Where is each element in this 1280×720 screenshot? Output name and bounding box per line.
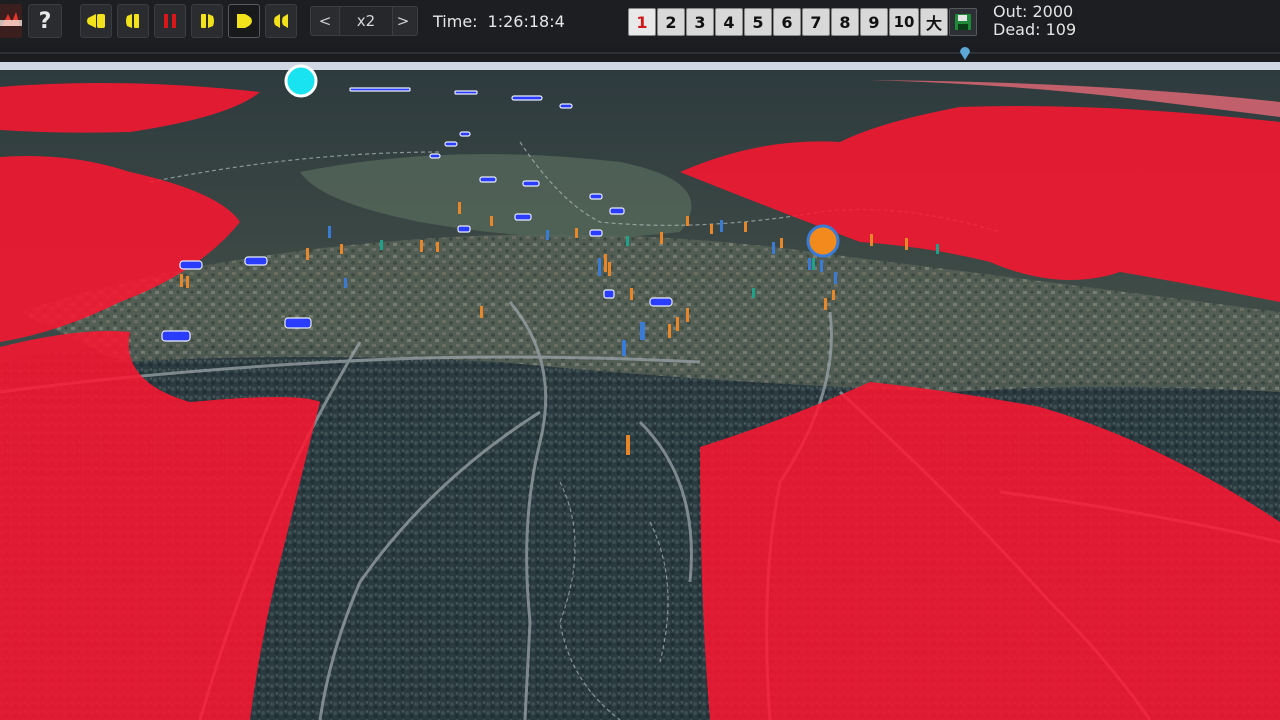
save-button[interactable] (949, 8, 977, 36)
app-logo (0, 4, 22, 38)
vehicle (161, 330, 191, 342)
view-button-4[interactable]: 4 (715, 8, 743, 36)
out-value: 2000 (1032, 2, 1074, 21)
vehicle (522, 180, 540, 187)
pause-icon (164, 14, 176, 28)
vehicle (349, 87, 411, 92)
vehicle (444, 141, 458, 147)
vehicle (244, 256, 268, 266)
dead-value: 109 (1045, 20, 1077, 39)
vehicle (454, 90, 478, 95)
view-button-1[interactable]: 1 (628, 8, 656, 36)
vehicle (511, 95, 543, 101)
dead-count: Dead: 109 (993, 21, 1076, 39)
evacuation-stats: Out: 2000 Dead: 109 (993, 3, 1076, 39)
vehicle (649, 297, 673, 307)
vehicle (589, 193, 603, 200)
rewind-icon (87, 14, 105, 28)
vehicle (559, 103, 573, 109)
vehicle (514, 213, 532, 221)
time-value: 1:26:18:4 (487, 12, 565, 31)
floppy-disk-icon (955, 14, 971, 30)
step-back-button[interactable] (117, 4, 149, 38)
view-button-large[interactable]: 大 (920, 8, 948, 36)
top-toolbar: ? < x2 > Time: 1:26:18:4 1 2 3 4 5 6 7 8… (0, 0, 1280, 45)
vehicle (459, 131, 471, 137)
step-forward-icon (201, 14, 214, 28)
simulation-time: Time: 1:26:18:4 (433, 12, 565, 31)
vehicle (603, 289, 615, 299)
timeline-track (0, 52, 1280, 54)
rewind-button[interactable] (80, 4, 112, 38)
speed-decrease-button[interactable]: < (313, 7, 337, 35)
speed-control: < x2 > (310, 6, 418, 36)
vehicle (284, 317, 312, 329)
vehicle (179, 260, 203, 270)
vehicle (589, 229, 603, 237)
view-button-7[interactable]: 7 (802, 8, 830, 36)
vehicle (457, 225, 471, 233)
timeline-slider[interactable] (0, 44, 1280, 63)
timeline-handle[interactable] (959, 46, 971, 60)
view-button-8[interactable]: 8 (831, 8, 859, 36)
pause-button[interactable] (154, 4, 186, 38)
out-label: Out: (993, 2, 1028, 21)
view-button-3[interactable]: 3 (686, 8, 714, 36)
view-button-5[interactable]: 5 (744, 8, 772, 36)
cyan-location-marker[interactable] (284, 64, 318, 98)
vehicle (479, 176, 497, 183)
camera-view-buttons: 1 2 3 4 5 6 7 8 9 10 大 (628, 8, 980, 36)
view-button-9[interactable]: 9 (860, 8, 888, 36)
view-button-6[interactable]: 6 (773, 8, 801, 36)
vehicle (429, 153, 441, 159)
orange-location-marker[interactable] (806, 224, 840, 258)
map-3d-view[interactable] (0, 62, 1280, 720)
time-label: Time: (433, 12, 478, 31)
terrain-scene (0, 62, 1280, 720)
out-count: Out: 2000 (993, 3, 1076, 21)
dead-label: Dead: (993, 20, 1041, 39)
step-forward-button[interactable] (191, 4, 223, 38)
view-button-10[interactable]: 10 (889, 8, 919, 36)
fast-forward-button[interactable] (265, 4, 297, 38)
speed-value: x2 (339, 7, 393, 35)
vehicle (609, 207, 625, 215)
fast-forward-icon (274, 14, 288, 28)
play-icon (237, 14, 252, 28)
view-button-2[interactable]: 2 (657, 8, 685, 36)
step-back-icon (126, 14, 139, 28)
help-button[interactable]: ? (28, 4, 62, 38)
speed-increase-button[interactable]: > (391, 7, 415, 35)
play-button[interactable] (228, 4, 260, 38)
